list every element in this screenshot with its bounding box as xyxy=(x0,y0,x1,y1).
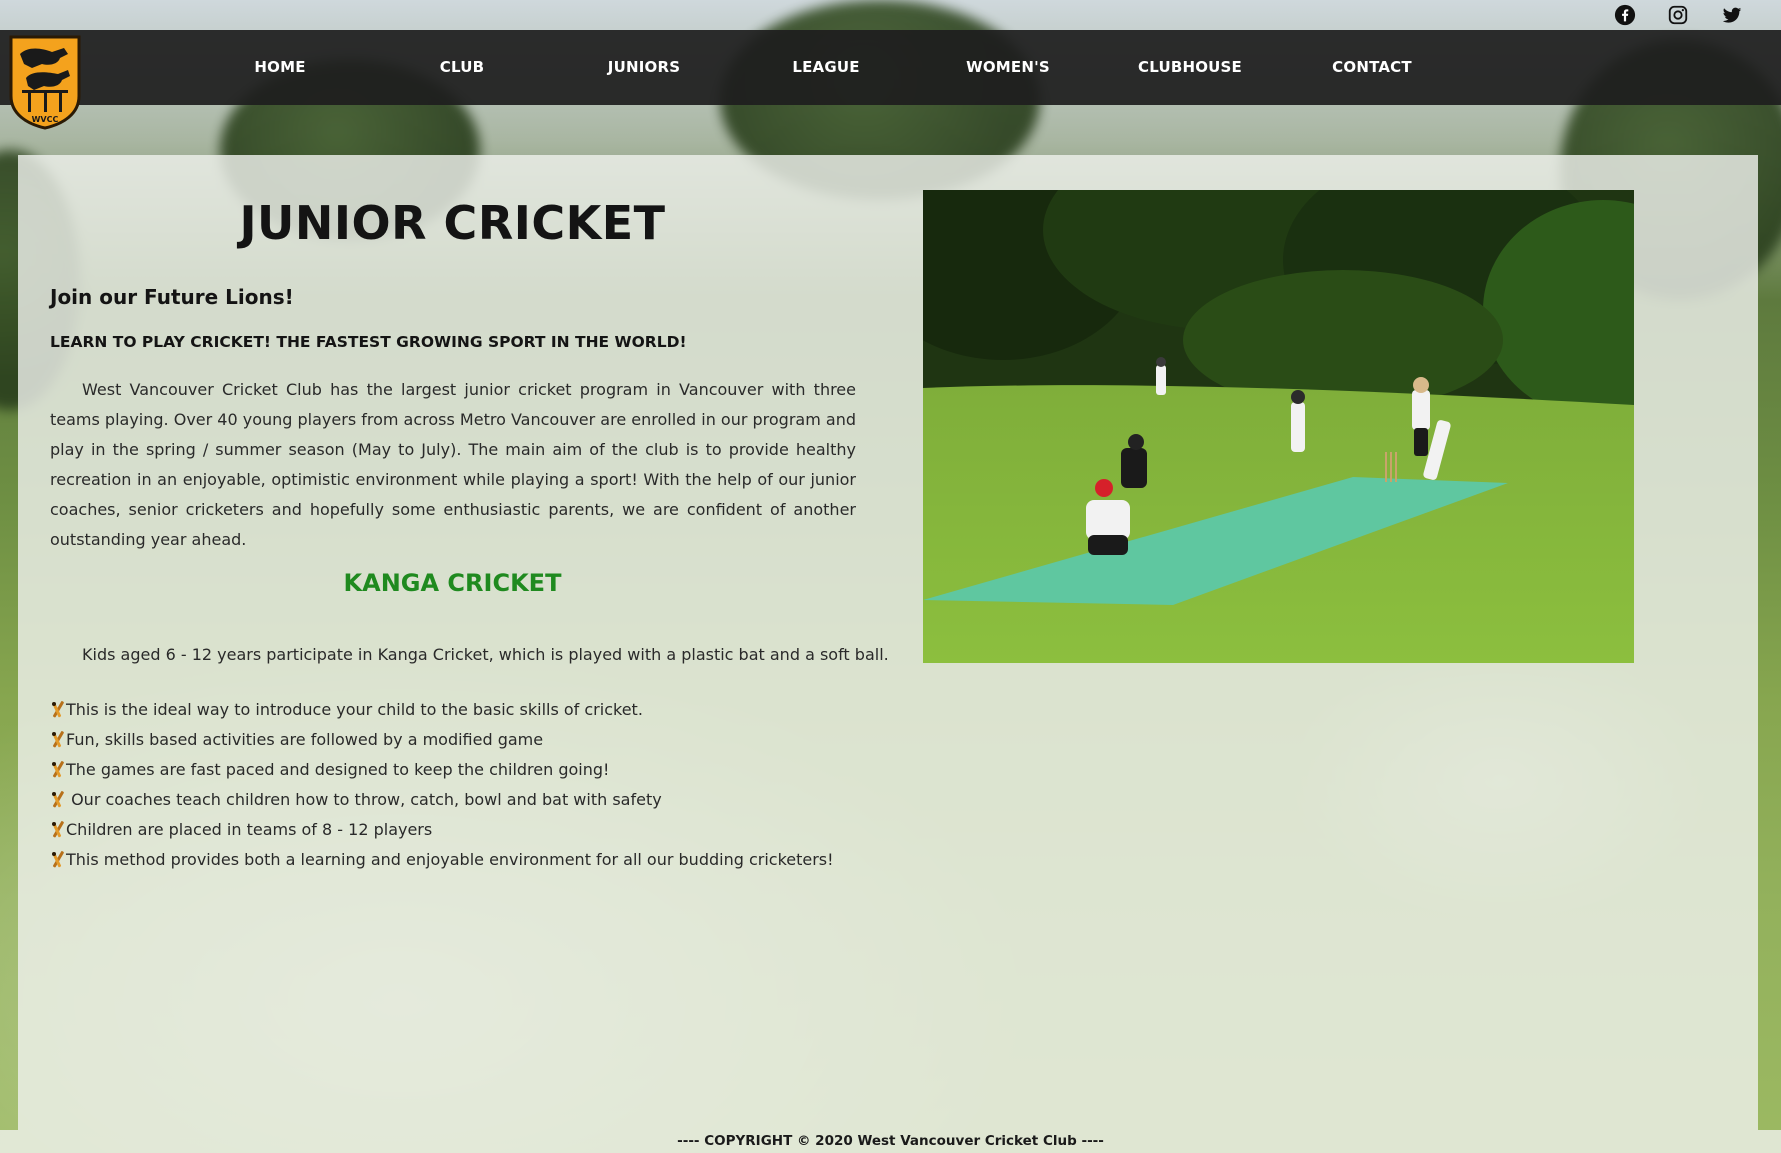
bullet-text: The games are fast paced and designed to… xyxy=(66,759,610,779)
list-item: The games are fast paced and designed to… xyxy=(50,754,834,784)
tagline: LEARN TO PLAY CRICKET! THE FASTEST GROWI… xyxy=(50,333,687,351)
kanga-heading: KANGA CRICKET xyxy=(343,569,562,597)
footer-copyright: ---- COPYRIGHT © 2020 West Vancouver Cri… xyxy=(0,1130,1781,1153)
intro-paragraph: West Vancouver Cricket Club has the larg… xyxy=(50,380,856,549)
nav-item-league[interactable]: LEAGUE xyxy=(792,30,859,105)
main-nav: HOME CLUB JUNIORS LEAGUE WOMEN'S CLUBHOU… xyxy=(0,30,1781,105)
cricket-bat-icon xyxy=(52,731,64,748)
page-title: JUNIOR CRICKET xyxy=(239,196,666,250)
section-subtitle: Join our Future Lions! xyxy=(50,285,294,309)
cricket-bat-icon xyxy=(52,851,64,868)
club-logo[interactable]: WVCC xyxy=(8,34,82,130)
list-item: Children are placed in teams of 8 - 12 p… xyxy=(50,814,834,844)
bullet-text: Fun, skills based activities are followe… xyxy=(66,729,544,749)
twitter-icon[interactable] xyxy=(1720,3,1744,27)
list-item: This method provides both a learning and… xyxy=(50,844,834,874)
cricket-bat-icon xyxy=(52,791,64,808)
list-item: Our coaches teach children how to throw,… xyxy=(50,784,834,814)
nav-item-womens[interactable]: WOMEN'S xyxy=(966,30,1050,105)
kanga-bullet-list: This is the ideal way to introduce your … xyxy=(50,694,834,874)
nav-item-club[interactable]: CLUB xyxy=(440,30,484,105)
facebook-icon[interactable] xyxy=(1613,3,1637,27)
bullet-text: Children are placed in teams of 8 - 12 p… xyxy=(66,819,433,839)
bullet-text: This is the ideal way to introduce your … xyxy=(66,699,643,719)
cricket-match-photo xyxy=(923,190,1634,663)
list-item: This is the ideal way to introduce your … xyxy=(50,694,834,724)
nav-item-home[interactable]: HOME xyxy=(254,30,305,105)
cricket-bat-icon xyxy=(52,761,64,778)
instagram-icon[interactable] xyxy=(1666,3,1690,27)
kanga-description: Kids aged 6 - 12 years participate in Ka… xyxy=(82,645,889,664)
nav-item-clubhouse[interactable]: CLUBHOUSE xyxy=(1138,30,1242,105)
list-item: Fun, skills based activities are followe… xyxy=(50,724,834,754)
bullet-text: Our coaches teach children how to throw,… xyxy=(66,789,662,809)
bullet-text: This method provides both a learning and… xyxy=(66,849,834,869)
nav-item-juniors[interactable]: JUNIORS xyxy=(608,30,680,105)
social-bar xyxy=(0,0,1781,30)
cricket-bat-icon xyxy=(52,701,64,718)
cricket-bat-icon xyxy=(52,821,64,838)
nav-item-contact[interactable]: CONTACT xyxy=(1332,30,1412,105)
logo-letters: WVCC xyxy=(32,115,59,124)
